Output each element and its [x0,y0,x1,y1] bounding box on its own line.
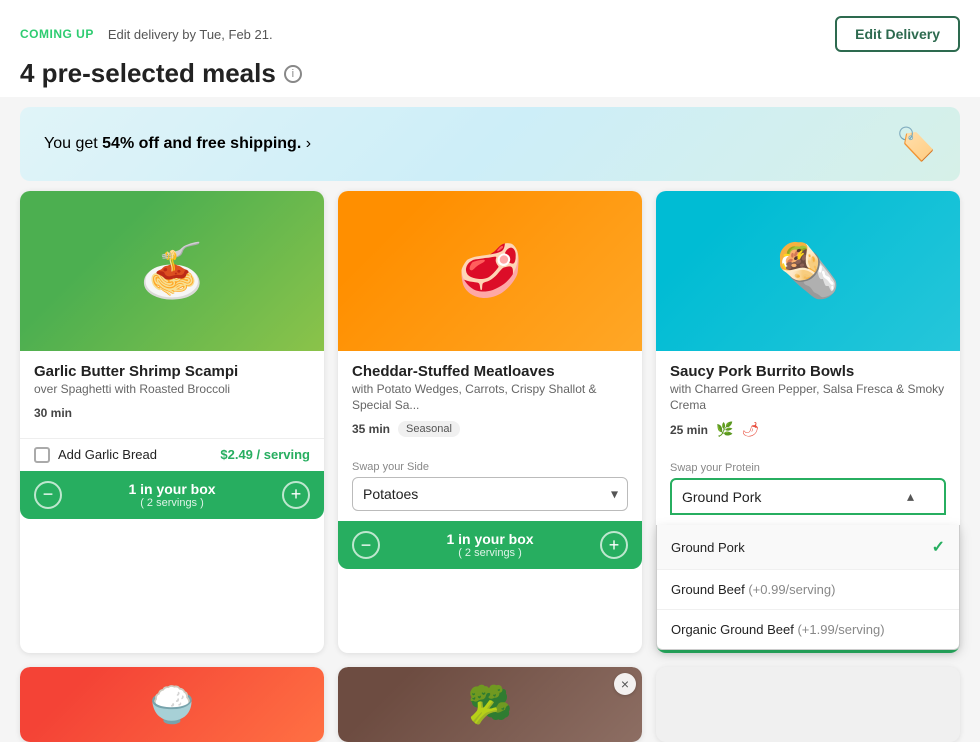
protein-selected-value: Ground Pork [682,489,761,505]
meals-grid: 🍝 Garlic Butter Shrimp Scampi over Spagh… [0,191,980,663]
info-icon[interactable]: i [284,65,302,83]
promo-arrow: › [306,135,311,152]
coming-up-text: Edit delivery by Tue, Feb 21. [108,27,273,42]
meal-time-shrimp: 30 min [34,406,72,420]
meal-title-shrimp: Garlic Butter Shrimp Scampi [34,363,310,380]
coming-up-bar: COMING UP Edit delivery by Tue, Feb 21. … [20,16,960,52]
coming-up-label: COMING UP [20,27,94,41]
meal-subtitle-shrimp: over Spaghetti with Roasted Broccoli [34,382,310,398]
meal-body-shrimp: Garlic Butter Shrimp Scampi over Spaghet… [20,351,324,438]
veggie-leaf-icon: 🌿 [716,421,733,438]
meal-meta-meatloaves: 35 min Seasonal [352,421,628,437]
swap-protein-section: Swap your Protein Ground Pork ▴ Ground P… [656,456,960,525]
meal-footer-meatloaves: − 1 in your box ( 2 servings ) + [338,521,642,569]
promo-discount: 54% off and free shipping. [102,135,301,152]
swap-side-label: Swap your Side [352,461,628,473]
protein-chevron-up-icon: ▴ [907,488,914,505]
box-servings-shrimp: ( 2 servings ) [62,497,282,509]
remove-bottom-card-button[interactable]: × [614,673,636,695]
meal-time-meatloaves: 35 min [352,422,390,436]
box-count-shrimp: 1 in your box [62,481,282,497]
box-count-meatloaves: 1 in your box [380,531,600,547]
meal-emoji-burrito: 🌯 [776,241,841,302]
meal-image-shrimp-scampi: 🍝 [20,191,324,351]
protein-option-ground-pork[interactable]: Ground Pork ✓ [657,525,959,570]
addon-label: Add Garlic Bread [58,447,157,462]
page-title: 4 pre-selected meals [20,58,276,89]
protein-option-label-organic: Organic Ground Beef (+1.99/serving) [671,622,885,637]
meal-image-burrito: 🌯 [656,191,960,351]
protein-option-label-beef: Ground Beef (+0.99/serving) [671,582,835,597]
addon-price: $2.49 / serving [220,447,310,462]
meal-subtitle-burrito: with Charred Green Pepper, Salsa Fresca … [670,382,946,413]
spicy-pepper-icon: 🌶 [741,421,759,438]
bottom-card-2: 🥦 × [338,667,642,742]
page-header: COMING UP Edit delivery by Tue, Feb 21. … [0,0,980,97]
meal-body-meatloaves: Cheddar-Stuffed Meatloaves with Potato W… [338,351,642,455]
decrease-quantity-shrimp[interactable]: − [34,481,62,509]
meal-card-burrito: 🌯 Saucy Pork Burrito Bowls with Charred … [656,191,960,653]
box-info-shrimp: 1 in your box ( 2 servings ) [62,481,282,509]
addon-label-group: Add Garlic Bread [34,447,157,463]
swap-side-section: Swap your Side Potatoes Green Beans Roas… [338,455,642,521]
meal-meta-shrimp: 30 min [34,406,310,420]
increase-quantity-meatloaves[interactable]: + [600,531,628,559]
meal-footer-shrimp: − 1 in your box ( 2 servings ) + [20,471,324,519]
box-info-meatloaves: 1 in your box ( 2 servings ) [380,531,600,559]
bottom-card-emoji-1: 🍚 [150,684,195,726]
swap-protein-label: Swap your Protein [670,462,946,474]
swap-side-select[interactable]: Potatoes Green Beans Roasted Broccoli [352,477,628,511]
addon-checkbox-garlic-bread[interactable] [34,447,50,463]
swap-protein-select[interactable]: Ground Pork ▴ [670,478,946,515]
seasonal-badge: Seasonal [398,421,460,437]
meal-time-burrito: 25 min [670,423,708,437]
increase-quantity-shrimp[interactable]: + [282,481,310,509]
protein-options-dropdown: Ground Pork ✓ Ground Beef (+0.99/serving… [656,525,960,650]
meal-image-meatloaves: 🥩 [338,191,642,351]
protein-option-label-pork: Ground Pork [671,540,745,555]
protein-option-organic-beef[interactable]: Organic Ground Beef (+1.99/serving) [657,610,959,649]
bottom-card-1: 🍚 [20,667,324,742]
swap-side-wrapper: Potatoes Green Beans Roasted Broccoli [352,477,628,511]
bottom-card-emoji-2: 🥦 [468,684,513,726]
addon-row-garlic-bread: Add Garlic Bread $2.49 / serving [20,438,324,471]
promo-tag-icon: 🏷️ [896,125,936,163]
meal-emoji: 🍝 [140,241,205,302]
bottom-card-3 [656,667,960,742]
edit-delivery-button[interactable]: Edit Delivery [835,16,960,52]
selected-checkmark: ✓ [932,537,945,557]
box-servings-meatloaves: ( 2 servings ) [380,547,600,559]
bottom-cards-row: 🍚 🥦 × [0,667,980,742]
decrease-quantity-meatloaves[interactable]: − [352,531,380,559]
meal-title-burrito: Saucy Pork Burrito Bowls [670,363,946,380]
pre-selected-row: 4 pre-selected meals i [20,58,960,89]
protein-option-ground-beef[interactable]: Ground Beef (+0.99/serving) [657,570,959,610]
meal-subtitle-meatloaves: with Potato Wedges, Carrots, Crispy Shal… [352,382,628,413]
meal-body-burrito: Saucy Pork Burrito Bowls with Charred Gr… [656,351,960,456]
meal-meta-burrito: 25 min 🌿 🌶 [670,421,946,438]
meal-emoji-meatloaf: 🥩 [458,241,523,302]
promo-banner[interactable]: You get 54% off and free shipping. › 🏷️ [20,107,960,181]
meal-title-meatloaves: Cheddar-Stuffed Meatloaves [352,363,628,380]
meal-card-meatloaves: 🥩 Cheddar-Stuffed Meatloaves with Potato… [338,191,642,653]
promo-text: You get 54% off and free shipping. › [44,135,311,153]
meal-card-shrimp-scampi: 🍝 Garlic Butter Shrimp Scampi over Spagh… [20,191,324,653]
